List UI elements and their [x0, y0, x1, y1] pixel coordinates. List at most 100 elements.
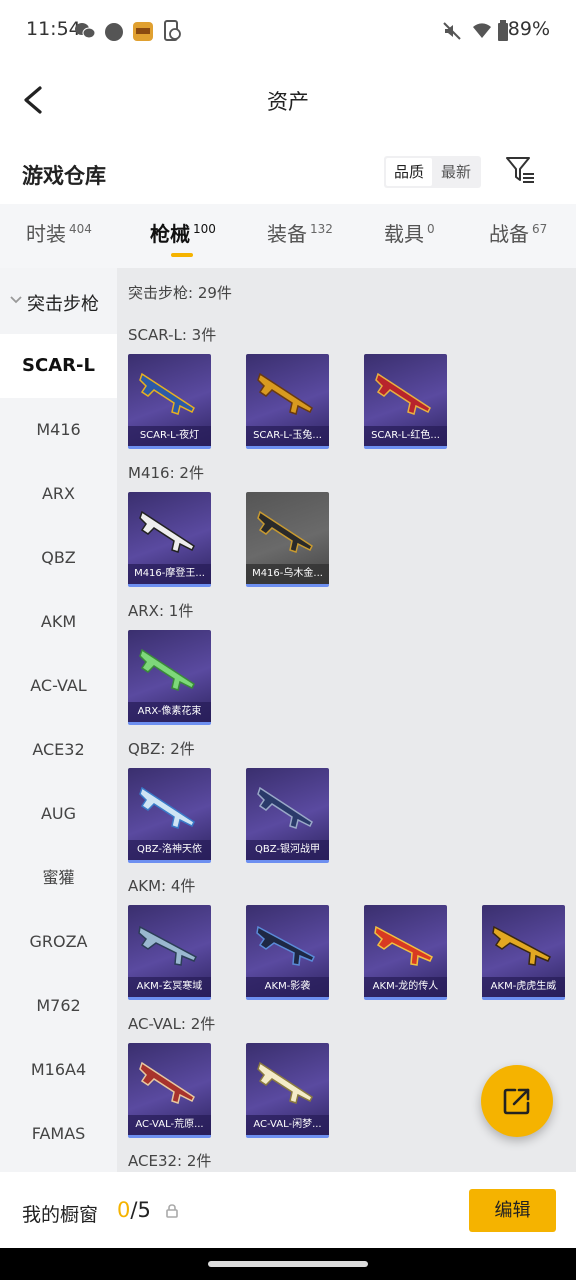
phone-clean-icon: [164, 20, 181, 41]
sidebar-item-qbz[interactable]: QBZ: [0, 526, 117, 590]
rifle-icon: [257, 1061, 313, 1104]
sidebar-item-ac-val[interactable]: AC-VAL: [0, 654, 117, 718]
weapon-skin-card[interactable]: SCAR-L-玉兔...: [246, 354, 329, 449]
weapon-skin-card[interactable]: M416-摩登王...: [128, 492, 211, 587]
group-title: SCAR-L: 3件: [128, 326, 217, 344]
rifle-icon: [138, 925, 197, 966]
battery-percent: 89%: [507, 18, 550, 40]
sidebar-item-honey-badger[interactable]: 蜜獾: [0, 846, 117, 910]
wifi-icon: [473, 23, 491, 38]
home-gesture-handle[interactable]: [208, 1261, 368, 1267]
sidebar-item-akm[interactable]: AKM: [0, 590, 117, 654]
rifle-icon: [374, 925, 433, 966]
sidebar-group-assault-rifles[interactable]: 突击步枪: [0, 268, 117, 334]
skin-name: AKM-龙的传人: [364, 977, 447, 997]
rifle-icon: [256, 925, 315, 966]
showcase-count: 0/5: [117, 1198, 151, 1222]
sidebar-item-arx[interactable]: ARX: [0, 462, 117, 526]
tab-fashion[interactable]: 时装 404: [26, 218, 92, 247]
weapon-skin-card[interactable]: AKM-影袭: [246, 905, 329, 1000]
sidebar-item-aug[interactable]: AUG: [0, 782, 117, 846]
weapon-skin-card[interactable]: AKM-龙的传人: [364, 905, 447, 1000]
tab-equipment[interactable]: 装备 132: [267, 218, 333, 247]
weapon-skin-card[interactable]: AKM-虎虎生威: [482, 905, 565, 1000]
group-title: M416: 2件: [128, 464, 204, 482]
weapon-skin-card[interactable]: SCAR-L-红色...: [364, 354, 447, 449]
tab-count: 100: [193, 222, 216, 236]
group-title: ACE32: 2件: [128, 1152, 212, 1170]
sort-newest-button[interactable]: 最新: [433, 158, 479, 186]
sidebar-group-label: 突击步枪: [27, 294, 99, 315]
rifle-icon: [492, 925, 551, 966]
status-bar: 11:54 89%: [0, 0, 576, 62]
weapon-content: 突击步枪: 29件 SCAR-L: 3件 SCAR-L-夜灯 SCAR-L-玉兔…: [117, 268, 576, 1172]
sort-quality-button[interactable]: 品质: [386, 158, 432, 186]
share-external-icon: [503, 1088, 530, 1115]
lock-icon: [166, 1204, 178, 1218]
tab-count: 132: [310, 222, 333, 236]
wechat-icon: [75, 23, 96, 39]
section-header: 游戏仓库 品质 最新: [0, 138, 576, 204]
share-fab-button[interactable]: [481, 1065, 553, 1137]
tab-vehicles[interactable]: 载具 0: [384, 218, 435, 247]
tab-count: 0: [427, 222, 435, 236]
weapon-skin-card[interactable]: QBZ-洛神天依: [128, 768, 211, 863]
skin-name: AKM-玄冥寒域: [128, 977, 211, 997]
category-tabs: 时装 404 枪械 100 装备 132 载具 0 战备 67: [0, 204, 576, 268]
section-title: 游戏仓库: [22, 164, 106, 188]
chevron-down-icon: [10, 296, 22, 304]
showcase-max: 5: [137, 1198, 151, 1222]
edit-button[interactable]: 编辑: [469, 1189, 556, 1232]
showcase-current: 0: [117, 1198, 131, 1222]
weapon-skin-card[interactable]: ARX-像素花束: [128, 630, 211, 725]
skin-name: AC-VAL-荒原...: [128, 1115, 211, 1135]
filter-icon[interactable]: [504, 154, 536, 186]
page-header: 资产: [0, 62, 576, 138]
skin-name: M416-摩登王...: [128, 564, 211, 584]
group-title: ARX: 1件: [128, 602, 194, 620]
weapon-skin-card[interactable]: AC-VAL-荒原...: [128, 1043, 211, 1138]
weapon-skin-card[interactable]: QBZ-银河战甲: [246, 768, 329, 863]
page-title: 资产: [267, 90, 309, 114]
category-total: 突击步枪: 29件: [128, 284, 232, 302]
showcase-bar: 我的橱窗 0/5 编辑: [0, 1172, 576, 1248]
sidebar-item-groza[interactable]: GROZA: [0, 910, 117, 974]
game-app-icon: [133, 22, 153, 41]
sidebar-item-m762[interactable]: M762: [0, 974, 117, 1038]
rifle-icon: [139, 510, 195, 553]
tab-count: 404: [69, 222, 92, 236]
rifle-icon: [257, 372, 313, 415]
sidebar-item-scar-l[interactable]: SCAR-L: [0, 334, 117, 398]
skin-name: SCAR-L-红色...: [364, 426, 447, 446]
sidebar-item-m416[interactable]: M416: [0, 398, 117, 462]
weapon-skin-card[interactable]: AC-VAL-闲梦...: [246, 1043, 329, 1138]
mute-icon: [443, 22, 461, 40]
rifle-icon: [139, 1061, 195, 1104]
tab-label: 载具: [384, 222, 424, 246]
weapon-skin-card[interactable]: M416-乌木金...: [246, 492, 329, 587]
sort-toggle: 品质 最新: [384, 156, 481, 188]
rifle-icon: [257, 510, 313, 553]
skin-name: AKM-虎虎生威: [482, 977, 565, 997]
skin-name: QBZ-洛神天依: [128, 840, 211, 860]
skin-name: SCAR-L-夜灯: [128, 426, 211, 446]
sidebar-item-famas[interactable]: FAMAS: [0, 1102, 117, 1166]
tab-label: 枪械: [150, 222, 190, 246]
skin-name: SCAR-L-玉兔...: [246, 426, 329, 446]
rifle-icon: [139, 372, 195, 415]
sidebar-item-m16a4[interactable]: M16A4: [0, 1038, 117, 1102]
tab-firearms[interactable]: 枪械 100: [150, 218, 216, 247]
skin-name: AC-VAL-闲梦...: [246, 1115, 329, 1135]
group-title: AKM: 4件: [128, 877, 196, 895]
tab-label: 装备: [267, 222, 307, 246]
skin-name: QBZ-银河战甲: [246, 840, 329, 860]
tab-supplies[interactable]: 战备 67: [489, 218, 547, 247]
tab-count: 67: [532, 222, 548, 236]
sidebar-item-ace32[interactable]: ACE32: [0, 718, 117, 782]
weapon-skin-card[interactable]: AKM-玄冥寒域: [128, 905, 211, 1000]
rifle-icon: [257, 786, 313, 829]
active-tab-indicator: [171, 253, 193, 257]
tab-label: 时装: [26, 222, 66, 246]
rifle-icon: [139, 648, 195, 691]
weapon-skin-card[interactable]: SCAR-L-夜灯: [128, 354, 211, 449]
